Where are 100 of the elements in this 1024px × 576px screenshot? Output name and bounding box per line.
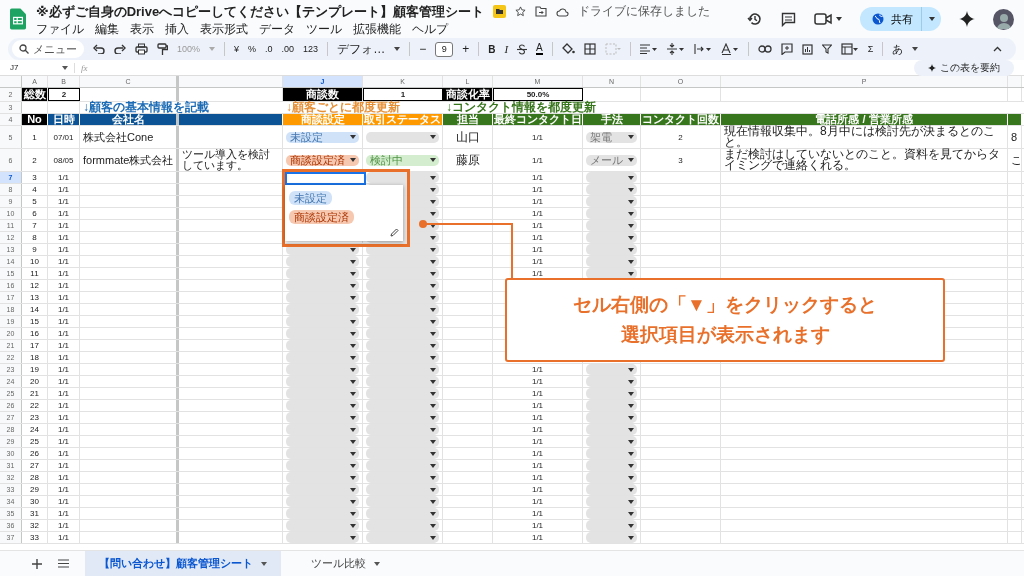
- strikethrough-icon[interactable]: [517, 43, 528, 55]
- table-cell: 11: [22, 268, 48, 279]
- document-title[interactable]: ※必ずご自身のDriveへコピーしてください【テンプレート】顧客管理シート: [36, 2, 485, 21]
- menu-item[interactable]: 表示: [130, 22, 154, 36]
- callout-text: 選択項目が表示されます: [620, 323, 830, 347]
- share-button[interactable]: 共有: [860, 7, 921, 31]
- input-tools-button[interactable]: あ: [892, 41, 904, 57]
- bold-button[interactable]: B: [488, 43, 496, 55]
- paint-format-icon[interactable]: [157, 42, 168, 56]
- font-size-field[interactable]: 9: [435, 41, 454, 57]
- table-cell: 1/1: [48, 196, 80, 207]
- dropdown-chip[interactable]: [586, 532, 637, 543]
- menu-item[interactable]: 表示形式: [200, 22, 248, 36]
- dropdown-chip[interactable]: 未設定: [286, 131, 359, 143]
- table-cell: 23: [22, 412, 48, 423]
- comment-icon[interactable]: [781, 11, 796, 27]
- menu-item[interactable]: ツール: [306, 22, 342, 36]
- cloud-icon[interactable]: [556, 6, 570, 17]
- italic-button[interactable]: I: [504, 43, 509, 55]
- sheet-tab[interactable]: ツール比較: [297, 550, 394, 576]
- font-select[interactable]: デフォ…: [337, 40, 386, 58]
- increase-decimal-button[interactable]: .00: [281, 44, 295, 54]
- link-icon[interactable]: [757, 45, 772, 53]
- star-icon[interactable]: [515, 6, 527, 17]
- select-all-corner[interactable]: [0, 76, 22, 87]
- menu-icon[interactable]: [58, 559, 69, 568]
- collapse-icon[interactable]: [993, 46, 1002, 52]
- table-cell: 1/1: [48, 352, 80, 363]
- history-icon[interactable]: [747, 11, 763, 27]
- caret-icon: [628, 535, 634, 540]
- decrease-decimal-button[interactable]: .0: [265, 44, 273, 54]
- menu-search-field[interactable]: メニュー: [12, 40, 84, 58]
- sparkle-icon[interactable]: [959, 11, 975, 27]
- dropdown-chip[interactable]: [366, 172, 439, 183]
- caret-icon: [430, 427, 436, 432]
- dropdown-chip[interactable]: 商談設定済: [286, 154, 359, 166]
- percent-format-button[interactable]: %: [248, 44, 257, 54]
- caret-icon: [430, 247, 436, 252]
- dropdown-chip[interactable]: 検討中: [366, 154, 439, 166]
- video-call-button[interactable]: [814, 13, 842, 25]
- spreadsheet-logo-icon[interactable]: [10, 8, 26, 30]
- align-left-icon[interactable]: [639, 44, 658, 54]
- filter-icon[interactable]: [821, 44, 832, 54]
- dropdown-chip[interactable]: 架電: [586, 131, 637, 143]
- sheet-tab[interactable]: 【問い合わせ】顧客管理シート: [85, 550, 281, 576]
- caret-icon: [430, 295, 436, 300]
- chart-icon[interactable]: [801, 43, 813, 55]
- dropdown-chip[interactable]: [586, 268, 637, 279]
- menu-item[interactable]: 挿入: [165, 22, 189, 36]
- redo-icon[interactable]: [114, 44, 126, 54]
- table-cell: 1/1: [493, 208, 583, 219]
- borders-icon[interactable]: [583, 43, 596, 55]
- decrease-font-size-button[interactable]: −: [419, 42, 427, 56]
- caret-icon: [628, 379, 634, 384]
- share-options-button[interactable]: [921, 7, 941, 31]
- globe-icon: [872, 13, 884, 25]
- menu-item[interactable]: データ: [259, 22, 295, 36]
- dropdown-chip[interactable]: [366, 244, 439, 255]
- vertical-align-icon[interactable]: [666, 43, 685, 55]
- caret-icon: [430, 319, 436, 324]
- caret-icon: [628, 175, 634, 180]
- table-cell: 1/1: [48, 208, 80, 219]
- undo-icon[interactable]: [93, 44, 105, 54]
- caret-icon: [430, 391, 436, 396]
- caret-icon: [350, 331, 356, 336]
- add-sheet-icon[interactable]: [32, 558, 42, 569]
- table-cell: 15: [22, 316, 48, 327]
- functions-button[interactable]: Σ: [867, 44, 874, 54]
- text-wrap-icon[interactable]: [693, 43, 712, 55]
- menu-item[interactable]: ファイル: [36, 22, 84, 36]
- menu-item[interactable]: 拡張機能: [353, 22, 401, 36]
- name-box[interactable]: J7: [10, 63, 56, 72]
- text-color-button[interactable]: A: [536, 43, 543, 55]
- selected-cell[interactable]: [285, 172, 366, 185]
- dropdown-chip[interactable]: [286, 244, 359, 255]
- column-title: 商談設定: [283, 114, 363, 125]
- menu-item[interactable]: 編集: [95, 22, 119, 36]
- dropdown-chip[interactable]: メール: [586, 154, 637, 166]
- table-cell: 17: [22, 340, 48, 351]
- user-avatar[interactable]: [993, 8, 1014, 30]
- table-cell: 2: [22, 149, 48, 171]
- caret-icon: [350, 259, 356, 264]
- table-cell: 1: [22, 126, 48, 148]
- dropdown-chip[interactable]: [586, 364, 637, 375]
- table-cell: 1/1: [493, 184, 583, 195]
- add-comment-icon[interactable]: [780, 43, 793, 55]
- text-rotation-icon[interactable]: [720, 43, 739, 55]
- currency-format-button[interactable]: ¥: [234, 44, 240, 54]
- folder-icon[interactable]: [493, 5, 507, 18]
- filter-views-icon[interactable]: [840, 43, 859, 55]
- number-format-button[interactable]: 123: [303, 44, 319, 54]
- caret-icon: [350, 295, 356, 300]
- fill-color-icon[interactable]: [561, 43, 575, 55]
- menu-item[interactable]: ヘルプ: [412, 22, 448, 36]
- table-cell: 14: [22, 304, 48, 315]
- dropdown-chip[interactable]: [586, 172, 637, 183]
- increase-font-size-button[interactable]: +: [462, 42, 470, 56]
- print-icon[interactable]: [135, 43, 148, 55]
- merge-cells-icon[interactable]: [604, 43, 621, 55]
- move-folder-icon[interactable]: [535, 6, 548, 17]
